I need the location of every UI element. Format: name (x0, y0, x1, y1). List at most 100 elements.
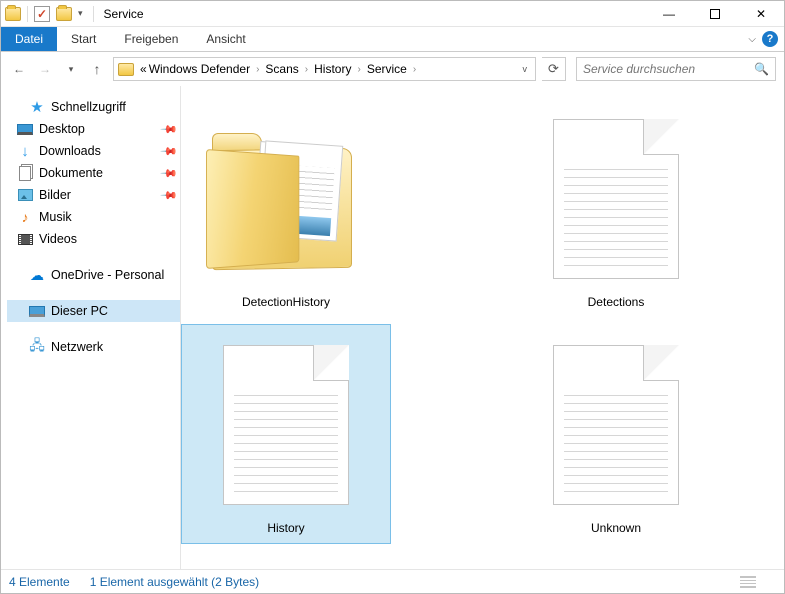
address-dropdown-icon[interactable]: v (517, 64, 534, 74)
back-button[interactable]: ← (9, 59, 29, 79)
sidebar-item-label: Dokumente (39, 166, 103, 180)
close-button[interactable]: ✕ (738, 1, 784, 27)
tab-start[interactable]: Start (57, 27, 110, 51)
ribbon-tabs: Datei Start Freigeben Ansicht ⌵ ? (1, 27, 784, 52)
search-input[interactable] (583, 62, 754, 76)
status-view-switcher (740, 575, 776, 589)
sidebar-item-label: Bilder (39, 188, 71, 202)
sidebar-item-label: Musik (39, 210, 72, 224)
sidebar-item-downloads[interactable]: ↓ Downloads 📌 (7, 140, 180, 162)
file-icon (518, 109, 714, 289)
sidebar-group-quickaccess: ★ Schnellzugriff Desktop 📌 ↓ Downloads 📌… (7, 96, 180, 250)
search-box[interactable]: 🔍 (576, 57, 776, 81)
qat-customize-icon[interactable]: ▾ (78, 8, 83, 19)
sidebar-onedrive[interactable]: ☁ OneDrive - Personal (7, 264, 180, 286)
file-icon (518, 335, 714, 515)
app-icon[interactable] (5, 7, 21, 21)
file-item-unknown[interactable]: Unknown (511, 324, 721, 544)
sidebar-item-label: Dieser PC (51, 304, 108, 318)
file-item-detections[interactable]: Detections (511, 98, 721, 318)
sidebar-item-bilder[interactable]: Bilder 📌 (7, 184, 180, 206)
search-icon[interactable]: 🔍 (754, 62, 769, 76)
tab-file[interactable]: Datei (1, 27, 57, 51)
videos-icon (18, 234, 33, 245)
file-item-history[interactable]: History (181, 324, 391, 544)
sidebar-item-label: OneDrive - Personal (51, 268, 164, 282)
file-item-detectionhistory[interactable]: DetectionHistory (181, 98, 391, 318)
file-item-label: Detections (588, 295, 645, 309)
ribbon-spacer (260, 27, 749, 51)
breadcrumb-2[interactable]: History (314, 62, 351, 76)
pin-icon: 📌 (160, 120, 179, 139)
address-bar[interactable]: « Windows Defender › Scans › History › S… (113, 57, 536, 81)
ribbon-help: ⌵ ? (748, 27, 778, 51)
sidebar-item-label: Downloads (39, 144, 101, 158)
documents-icon (19, 166, 31, 181)
sidebar-item-videos[interactable]: Videos (7, 228, 180, 250)
tab-ansicht[interactable]: Ansicht (192, 27, 259, 51)
pin-icon: 📌 (160, 186, 179, 205)
breadcrumb-sep-0[interactable]: › (252, 64, 263, 75)
quick-access-toolbar: ✓ ▾ (5, 6, 89, 22)
view-details-button[interactable] (740, 576, 756, 588)
sidebar-item-musik[interactable]: ♪ Musik (7, 206, 180, 228)
folder-icon (188, 109, 384, 289)
star-icon: ★ (29, 99, 45, 115)
title-divider (93, 6, 94, 22)
ribbon-collapse-icon[interactable]: ⌵ (748, 34, 756, 45)
file-icon (188, 335, 384, 515)
up-button[interactable]: ↑ (87, 59, 107, 79)
minimize-button[interactable]: — (646, 1, 692, 27)
sidebar-group-network: 🖧 Netzwerk (7, 336, 180, 358)
breadcrumb-sep-1[interactable]: › (301, 64, 312, 75)
network-icon: 🖧 (29, 339, 45, 355)
pin-icon: 📌 (160, 164, 179, 183)
window-controls: — ✕ (646, 1, 784, 27)
status-item-count: 4 Elemente (9, 575, 70, 589)
refresh-button[interactable]: ⟳ (542, 57, 566, 81)
pc-icon (29, 306, 45, 317)
address-folder-icon (118, 63, 134, 76)
sidebar-item-label: Netzwerk (51, 340, 103, 354)
breadcrumb-sep-2[interactable]: › (353, 64, 364, 75)
sidebar-item-desktop[interactable]: Desktop 📌 (7, 118, 180, 140)
desktop-icon (17, 124, 33, 135)
qat-newfolder-icon[interactable] (56, 7, 72, 21)
pin-icon: 📌 (160, 142, 179, 161)
maximize-button[interactable] (692, 1, 738, 27)
qat-properties-icon[interactable]: ✓ (34, 6, 50, 22)
file-item-label: DetectionHistory (242, 295, 330, 309)
sidebar-quickaccess[interactable]: ★ Schnellzugriff (7, 96, 180, 118)
sidebar-item-label: Videos (39, 232, 77, 246)
history-dropdown-icon[interactable]: ▾ (61, 59, 81, 79)
music-icon: ♪ (17, 209, 33, 225)
breadcrumb-prefix[interactable]: « (140, 62, 147, 76)
sidebar-thispc[interactable]: Dieser PC (7, 300, 180, 322)
file-item-label: History (267, 521, 304, 535)
view-icons-button[interactable] (762, 575, 776, 589)
sidebar-item-label: Desktop (39, 122, 85, 136)
status-selection: 1 Element ausgewählt (2 Bytes) (90, 575, 259, 589)
forward-button[interactable]: → (35, 59, 55, 79)
pictures-icon (18, 189, 33, 201)
breadcrumb-sep-3[interactable]: › (409, 64, 420, 75)
window-title: Service (104, 7, 144, 21)
sidebar-item-label: Schnellzugriff (51, 100, 126, 114)
navigation-bar: ← → ▾ ↑ « Windows Defender › Scans › His… (1, 52, 784, 86)
file-item-label: Unknown (591, 521, 641, 535)
title-bar: ✓ ▾ Service — ✕ (1, 1, 784, 27)
help-icon[interactable]: ? (762, 31, 778, 47)
sidebar-group-onedrive: ☁ OneDrive - Personal (7, 264, 180, 286)
sidebar-group-thispc: Dieser PC (7, 300, 180, 322)
breadcrumb-3[interactable]: Service (367, 62, 407, 76)
tab-freigeben[interactable]: Freigeben (110, 27, 192, 51)
downloads-icon: ↓ (17, 143, 33, 159)
sidebar-network[interactable]: 🖧 Netzwerk (7, 336, 180, 358)
content-pane[interactable]: DetectionHistory Detections History Unkn… (181, 86, 784, 569)
sidebar-item-dokumente[interactable]: Dokumente 📌 (7, 162, 180, 184)
cloud-icon: ☁ (29, 267, 45, 283)
breadcrumb-0[interactable]: Windows Defender (149, 62, 250, 76)
navigation-pane: ★ Schnellzugriff Desktop 📌 ↓ Downloads 📌… (1, 86, 181, 569)
breadcrumb-1[interactable]: Scans (265, 62, 298, 76)
qat-divider (27, 6, 28, 22)
